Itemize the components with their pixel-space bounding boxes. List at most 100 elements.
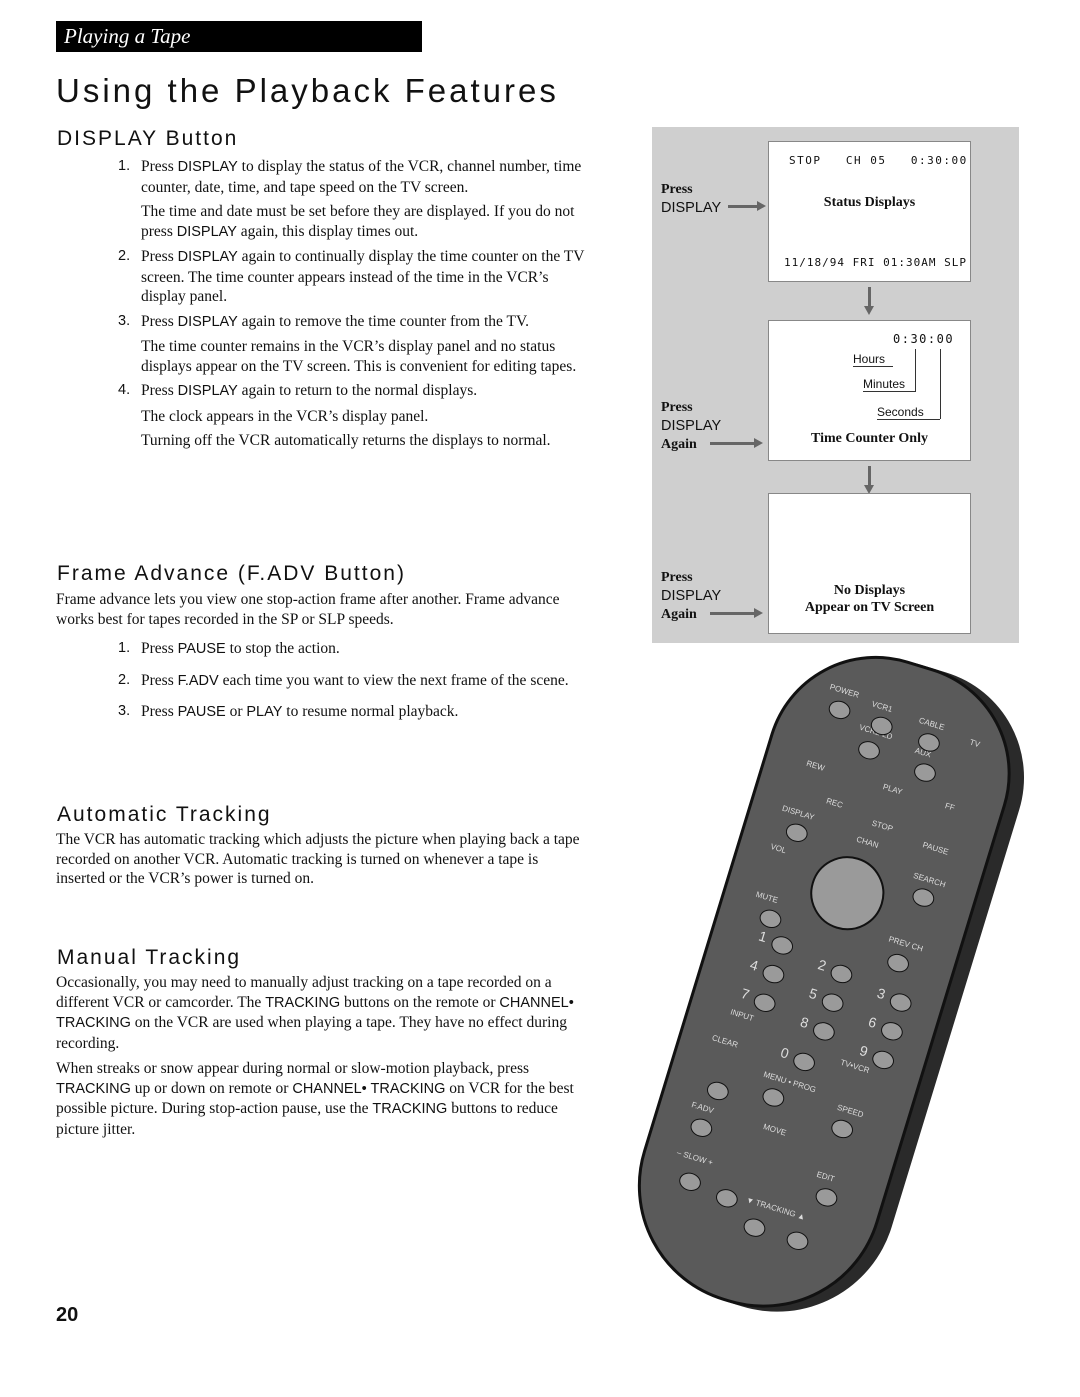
display-steps: 1. Press DISPLAY to display the status of… xyxy=(118,157,588,456)
screen-caption: Appear on TV Screen xyxy=(804,600,935,615)
remote-label: SEARCH xyxy=(912,870,947,890)
pointer-line xyxy=(940,349,941,419)
status-bottom-line: 11/18/94 FRI 01:30AM SLP xyxy=(784,256,967,269)
step-number: 3. xyxy=(118,312,131,329)
step-note: The time counter remains in the VCR’s di… xyxy=(141,338,577,375)
remote-button xyxy=(855,738,883,763)
manual-tracking-heading: Manual Tracking xyxy=(57,946,242,969)
minutes-label: Minutes xyxy=(863,377,915,392)
remote-label: VOL xyxy=(769,841,788,856)
digit-label: 4 xyxy=(748,956,761,974)
step-text: Press DISPLAY again to return to the nor… xyxy=(141,382,478,399)
time-counter: 0:30:00 xyxy=(893,332,955,346)
digit-label: 8 xyxy=(798,1013,811,1032)
step-text: Press DISPLAY again to remove the time c… xyxy=(141,312,530,330)
remote-label: MOVE xyxy=(762,1122,788,1138)
remote-label: F.ADV xyxy=(690,1100,715,1116)
step-note: The time and date must be set before the… xyxy=(141,203,575,240)
digit-button xyxy=(828,962,855,986)
hours-label: Hours xyxy=(853,352,893,367)
remote-label: PREV CH xyxy=(887,934,925,954)
remote-button xyxy=(826,698,853,722)
screen-caption: No Displays xyxy=(833,583,906,598)
digit-label: 7 xyxy=(739,984,752,1003)
remote-button xyxy=(676,1169,704,1194)
remote-label: STOP xyxy=(870,818,894,834)
digit-button xyxy=(819,990,846,1015)
digit-button xyxy=(751,990,778,1015)
screen-caption: Time Counter Only xyxy=(811,431,928,446)
manual-tracking-p1: Occasionally, you may need to manually a… xyxy=(56,974,574,1052)
step-number: 4. xyxy=(118,382,131,398)
digit-button xyxy=(810,1019,838,1044)
section-header: Playing a Tape xyxy=(56,21,422,52)
digit-button xyxy=(878,1019,906,1044)
digit-button xyxy=(869,1048,897,1072)
step-number: 3. xyxy=(118,703,131,719)
remote-button xyxy=(829,1117,856,1141)
remote-button xyxy=(911,760,939,785)
frame-advance-heading: Frame Advance (F.ADV Button) xyxy=(57,562,406,585)
arrow-right-icon xyxy=(710,608,763,618)
display-heading: DISPLAY Button xyxy=(57,127,239,150)
arrow-down-icon xyxy=(864,287,874,315)
press-label: Press DISPLAY Again xyxy=(661,400,722,452)
remote-label: REW xyxy=(805,758,826,773)
seconds-label: Seconds xyxy=(877,405,940,420)
step-number: 2. xyxy=(118,248,131,264)
tv-screen-blank: No Displays Appear on TV Screen xyxy=(768,493,971,634)
frame-advance-intro: Frame advance lets you view one stop-act… xyxy=(56,591,560,628)
digit-button xyxy=(760,962,787,986)
digit-label: 1 xyxy=(756,927,769,946)
remote-label: CABLE xyxy=(917,715,946,733)
remote-button xyxy=(760,1085,787,1110)
tv-screen-status: STOP CH 05 0:30:00 Status Displays 11/18… xyxy=(768,141,971,282)
automatic-tracking-text: The VCR has automatic tracking which adj… xyxy=(56,831,580,887)
remote-label: POWER xyxy=(828,682,861,700)
tv-screen-counter: 0:30:00 Hours Minutes Seconds Time Count… xyxy=(768,320,971,461)
press-label: Press DISPLAY Again xyxy=(661,570,722,622)
remote-button xyxy=(713,1186,741,1211)
step-text: Press PAUSE to stop the action. xyxy=(141,640,340,657)
remote-button xyxy=(784,1228,811,1253)
remote-label: CHAN xyxy=(855,834,880,850)
pointer-line xyxy=(915,349,916,392)
step-text: Press F.ADV each time you want to view t… xyxy=(141,671,569,689)
arrow-right-icon xyxy=(710,438,763,448)
display-diagram: STOP CH 05 0:30:00 Status Displays 11/18… xyxy=(652,127,1019,643)
digit-button xyxy=(887,990,914,1015)
remote-button xyxy=(813,1185,840,1210)
remote-label: PLAY xyxy=(881,782,904,797)
remote-button xyxy=(688,1115,715,1140)
remote-label: PAUSE xyxy=(921,840,950,857)
digit-button xyxy=(790,1050,818,1074)
remote-label: INPUT xyxy=(729,1007,755,1024)
remote-label: TV xyxy=(968,737,982,750)
step-number: 1. xyxy=(118,640,131,656)
digit-label: 3 xyxy=(875,984,888,1003)
direction-pad-icon xyxy=(801,846,894,940)
page-title: Using the Playback Features xyxy=(56,72,559,109)
step-text: Press PAUSE or PLAY to resume normal pla… xyxy=(141,703,459,720)
remote-label: – SLOW + xyxy=(675,1147,714,1168)
remote-label: REC xyxy=(825,796,844,810)
digit-label: 9 xyxy=(857,1042,870,1060)
status-top-line: STOP CH 05 0:30:00 xyxy=(789,154,968,167)
remote-label: TV•VCR xyxy=(839,1057,871,1076)
arrow-down-icon xyxy=(864,466,874,494)
remote-label: DISPLAY xyxy=(781,803,816,822)
remote-label: SPEED xyxy=(836,1102,865,1120)
manual-tracking-p2: When streaks or snow appear during norma… xyxy=(56,1060,574,1138)
digit-label: 6 xyxy=(866,1013,879,1032)
page-number: 20 xyxy=(56,1304,79,1326)
remote-label: MUTE xyxy=(754,889,780,905)
manual-page: Playing a Tape Using the Playback Featur… xyxy=(0,0,1080,1397)
arrow-right-icon xyxy=(728,201,766,211)
step-text: Press DISPLAY again to continually displ… xyxy=(141,248,585,305)
digit-button xyxy=(769,933,796,958)
screen-caption: Status Displays xyxy=(823,195,916,210)
remote-button xyxy=(783,820,810,845)
remote-button xyxy=(884,951,912,975)
digit-label: 0 xyxy=(778,1044,791,1062)
press-label: Press DISPLAY xyxy=(661,182,722,216)
